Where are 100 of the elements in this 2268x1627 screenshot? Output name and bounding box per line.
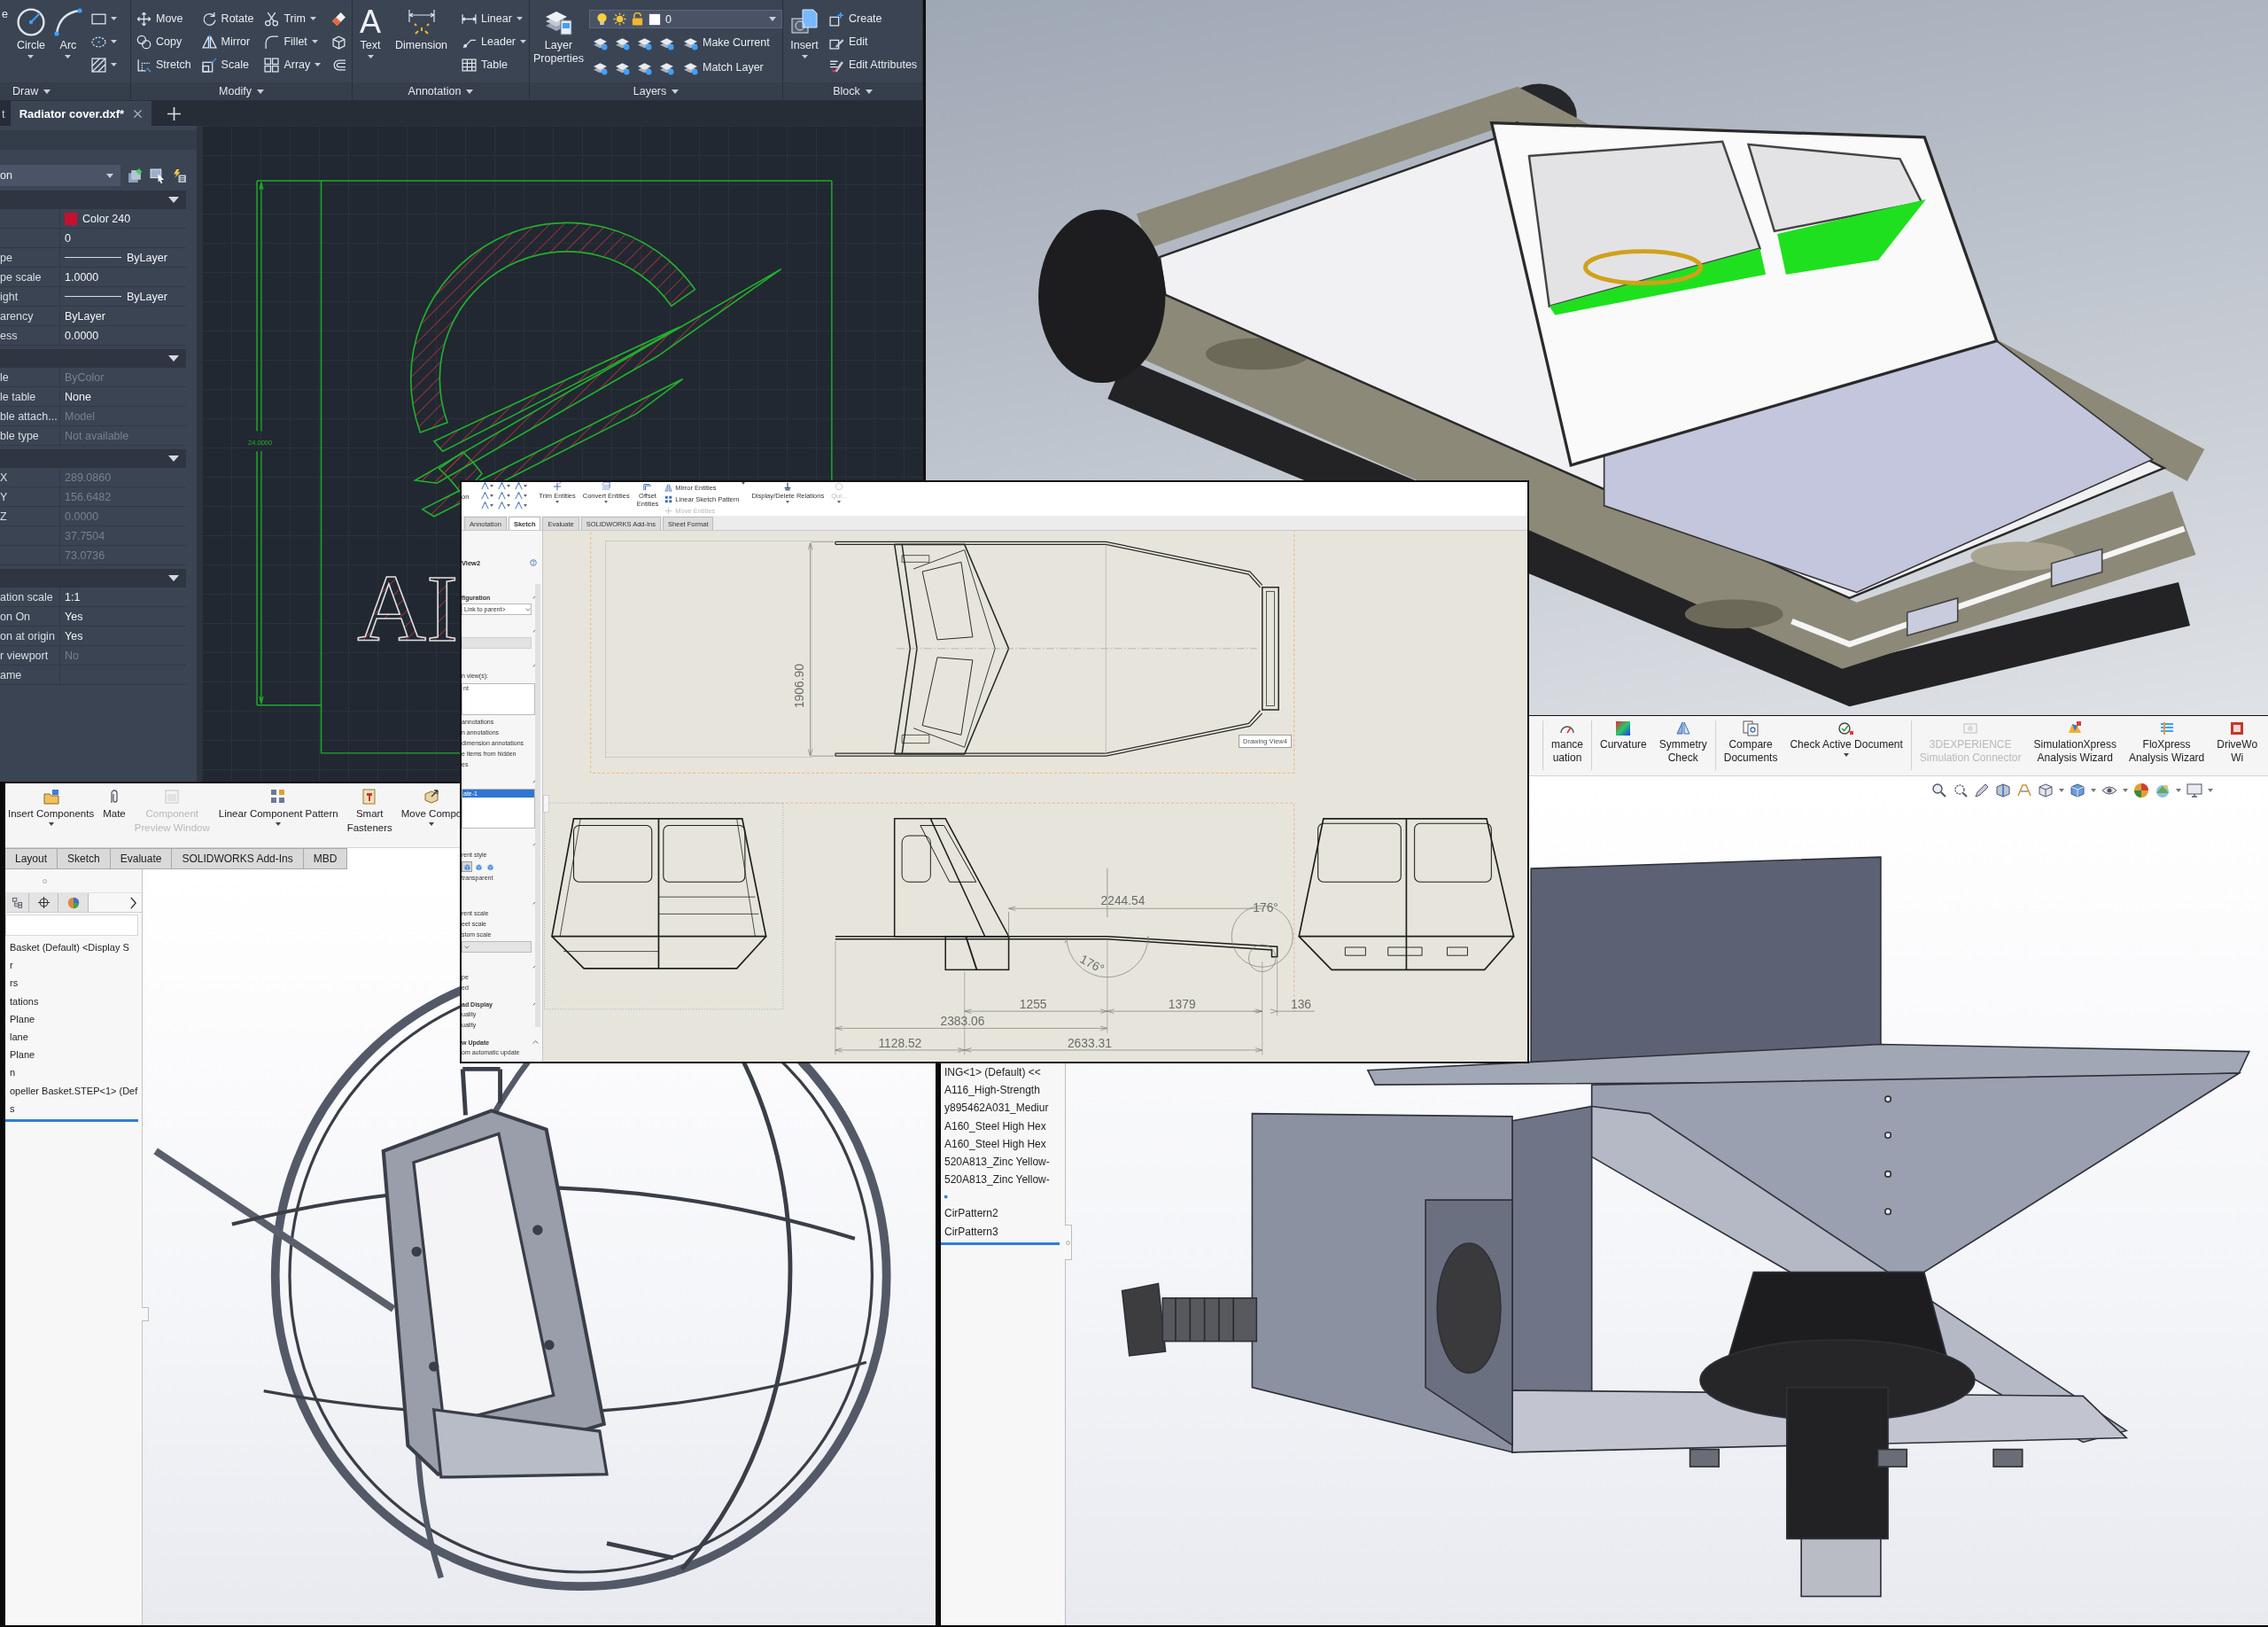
- filter-field[interactable]: [5, 915, 138, 936]
- ribbon-group-label[interactable]: Draw: [0, 82, 130, 100]
- ribbon-tool-button[interactable]: Edit Attributes: [827, 54, 920, 75]
- ribbon-group-label[interactable]: Block: [783, 82, 922, 100]
- angle-line-icon[interactable]: [498, 502, 507, 510]
- angle-line-icon[interactable]: [498, 482, 507, 490]
- dimension-label[interactable]: 176°: [1077, 951, 1107, 977]
- ribbon-tool-button[interactable]: Create: [827, 8, 920, 29]
- ribbon-tool-button[interactable]: Arc: [51, 8, 84, 58]
- tree-item[interactable]: CirPattern3: [944, 1222, 998, 1241]
- dropdown-field[interactable]: [462, 941, 532, 953]
- property-value[interactable]: Yes: [65, 610, 83, 623]
- chevron-down-icon[interactable]: [168, 455, 179, 462]
- tree-item[interactable]: Plane: [10, 1009, 35, 1028]
- ribbon-tool-button[interactable]: Array: [262, 54, 323, 75]
- tree-item[interactable]: lane: [10, 1027, 28, 1047]
- panel-tab-button[interactable]: [29, 893, 58, 912]
- ribbon-tool-button[interactable]: Make Current: [681, 32, 772, 53]
- ribbon-group-label[interactable]: Annotation: [353, 82, 529, 100]
- scrollbar[interactable]: [535, 584, 540, 1027]
- ribbon-tool-button[interactable]: Match Layer: [681, 57, 765, 78]
- toolbar-button[interactable]: DriveWo Wi: [2216, 720, 2259, 765]
- tree-item[interactable]: CirPattern2: [944, 1204, 998, 1223]
- tree-item[interactable]: Basket (Default) <Display S: [10, 938, 129, 957]
- toolbar-button[interactable]: Check Active Document: [1789, 720, 1904, 757]
- property-value[interactable]: 0: [65, 231, 71, 245]
- tree-item[interactable]: n: [10, 1063, 16, 1082]
- input-field[interactable]: [462, 637, 532, 649]
- ribbon-tool-button[interactable]: e: [0, 8, 10, 21]
- toolbar-button[interactable]: Smart Fasteners: [346, 789, 393, 835]
- ribbon-tool-button[interactable]: Trim: [262, 8, 323, 29]
- dimension-label[interactable]: 2383.06: [940, 1014, 985, 1029]
- angle-line-icon[interactable]: [498, 492, 507, 500]
- ribbon-group-label[interactable]: Layers: [530, 82, 782, 100]
- plus-icon[interactable]: [167, 106, 182, 121]
- document-tab[interactable]: t: [0, 101, 7, 126]
- tree-item[interactable]: ING<1> (Default) <<: [944, 1063, 1041, 1082]
- ribbon-tool-button[interactable]: A Text: [358, 8, 383, 58]
- toolbar-button[interactable]: Mate: [102, 789, 127, 821]
- tree-item[interactable]: opeller Basket.STEP<1> (Def: [10, 1081, 138, 1100]
- chevron-down-icon[interactable]: [168, 575, 179, 581]
- angle-line-icon[interactable]: [515, 492, 524, 500]
- cursor-box-icon[interactable]: [150, 167, 165, 183]
- panel-collapse-handle[interactable]: [543, 795, 549, 813]
- tree-item[interactable]: y895462A031_Mediur: [944, 1099, 1049, 1117]
- ribbon-tool-button[interactable]: Linear: [460, 8, 528, 29]
- toggle-button[interactable]: [462, 861, 472, 872]
- dimension-label[interactable]: 136: [1291, 997, 1311, 1012]
- ribbon-tool-button[interactable]: Move: [135, 8, 193, 29]
- cube-outline-icon[interactable]: [2038, 782, 2054, 798]
- ribbon-tool-button[interactable]: Dimension: [393, 8, 450, 52]
- tree-item[interactable]: r: [10, 956, 13, 975]
- toolbar-button[interactable]: Curvature: [1599, 720, 1648, 751]
- property-value[interactable]: None: [65, 390, 91, 403]
- angle-line-icon[interactable]: [481, 482, 490, 490]
- property-value[interactable]: Yes: [65, 629, 83, 642]
- tree-item[interactable]: A160_Steel High Hex: [944, 1134, 1046, 1153]
- a-frame-icon[interactable]: [2016, 782, 2032, 798]
- tree-item[interactable]: A160_Steel High Hex: [944, 1117, 1046, 1135]
- dimension-label[interactable]: 1906.90: [791, 664, 806, 709]
- layer-dropdown[interactable]: 0: [589, 10, 782, 28]
- toolbar-button[interactable]: SimulationXpress Analysis Wizard: [2032, 720, 2117, 765]
- tree-item[interactable]: 520A813_Zinc Yellow-: [944, 1171, 1050, 1189]
- property-value[interactable]: 1.0000: [65, 270, 99, 284]
- pencil-icon[interactable]: [1974, 782, 1990, 798]
- dashed-magnifier-icon[interactable]: [1953, 782, 1969, 798]
- dimension-label[interactable]: 2633.31: [1067, 1035, 1112, 1050]
- ribbon-tool-button[interactable]: Fillet: [262, 31, 323, 52]
- selection-dropdown[interactable]: on: [0, 165, 120, 186]
- toolbar-button[interactable]: Linear Component Pattern: [217, 789, 339, 826]
- toolbar-button[interactable]: FloXpress Analysis Wizard: [2127, 720, 2206, 765]
- toolbar-button[interactable]: Compare Documents: [1722, 720, 1779, 765]
- property-value[interactable]: ByLayer: [127, 251, 167, 264]
- property-value[interactable]: ByLayer: [127, 290, 167, 303]
- rollback-bar[interactable]: [5, 1118, 138, 1122]
- tab[interactable]: Evaluate: [110, 848, 173, 869]
- rollback-bar[interactable]: [941, 1242, 1060, 1245]
- panel-tab-button[interactable]: [5, 893, 29, 912]
- property-value[interactable]: 1:1: [65, 590, 81, 603]
- close-icon[interactable]: [133, 108, 144, 119]
- dimension-label[interactable]: 176°: [1253, 900, 1278, 915]
- tree-item[interactable]: Plane: [10, 1046, 35, 1064]
- chevron-right-icon[interactable]: [130, 896, 136, 909]
- tab[interactable]: Sketch: [58, 848, 111, 869]
- tree-item[interactable]: rs: [10, 974, 19, 993]
- angle-line-icon[interactable]: [515, 502, 524, 510]
- property-value[interactable]: Color 240: [82, 212, 131, 225]
- tab[interactable]: Layout: [5, 848, 58, 869]
- dimension-label[interactable]: 1255: [1019, 997, 1047, 1012]
- help-icon[interactable]: [530, 559, 537, 566]
- toolbar-button[interactable]: mance uation: [1550, 720, 1585, 765]
- angle-line-icon[interactable]: [515, 482, 524, 490]
- angle-line-icon[interactable]: [481, 502, 490, 510]
- ribbon-tool-button[interactable]: Stretch: [135, 54, 193, 75]
- shaded-cube-icon[interactable]: [2070, 782, 2085, 798]
- split-cube-icon[interactable]: [1995, 782, 2011, 798]
- property-value[interactable]: 0.0000: [65, 329, 99, 342]
- ribbon-tool-button[interactable]: Copy: [135, 31, 193, 52]
- tree-item[interactable]: A116_High-Strength: [944, 1081, 1040, 1100]
- toolbar-button[interactable]: Insert Components: [7, 789, 96, 826]
